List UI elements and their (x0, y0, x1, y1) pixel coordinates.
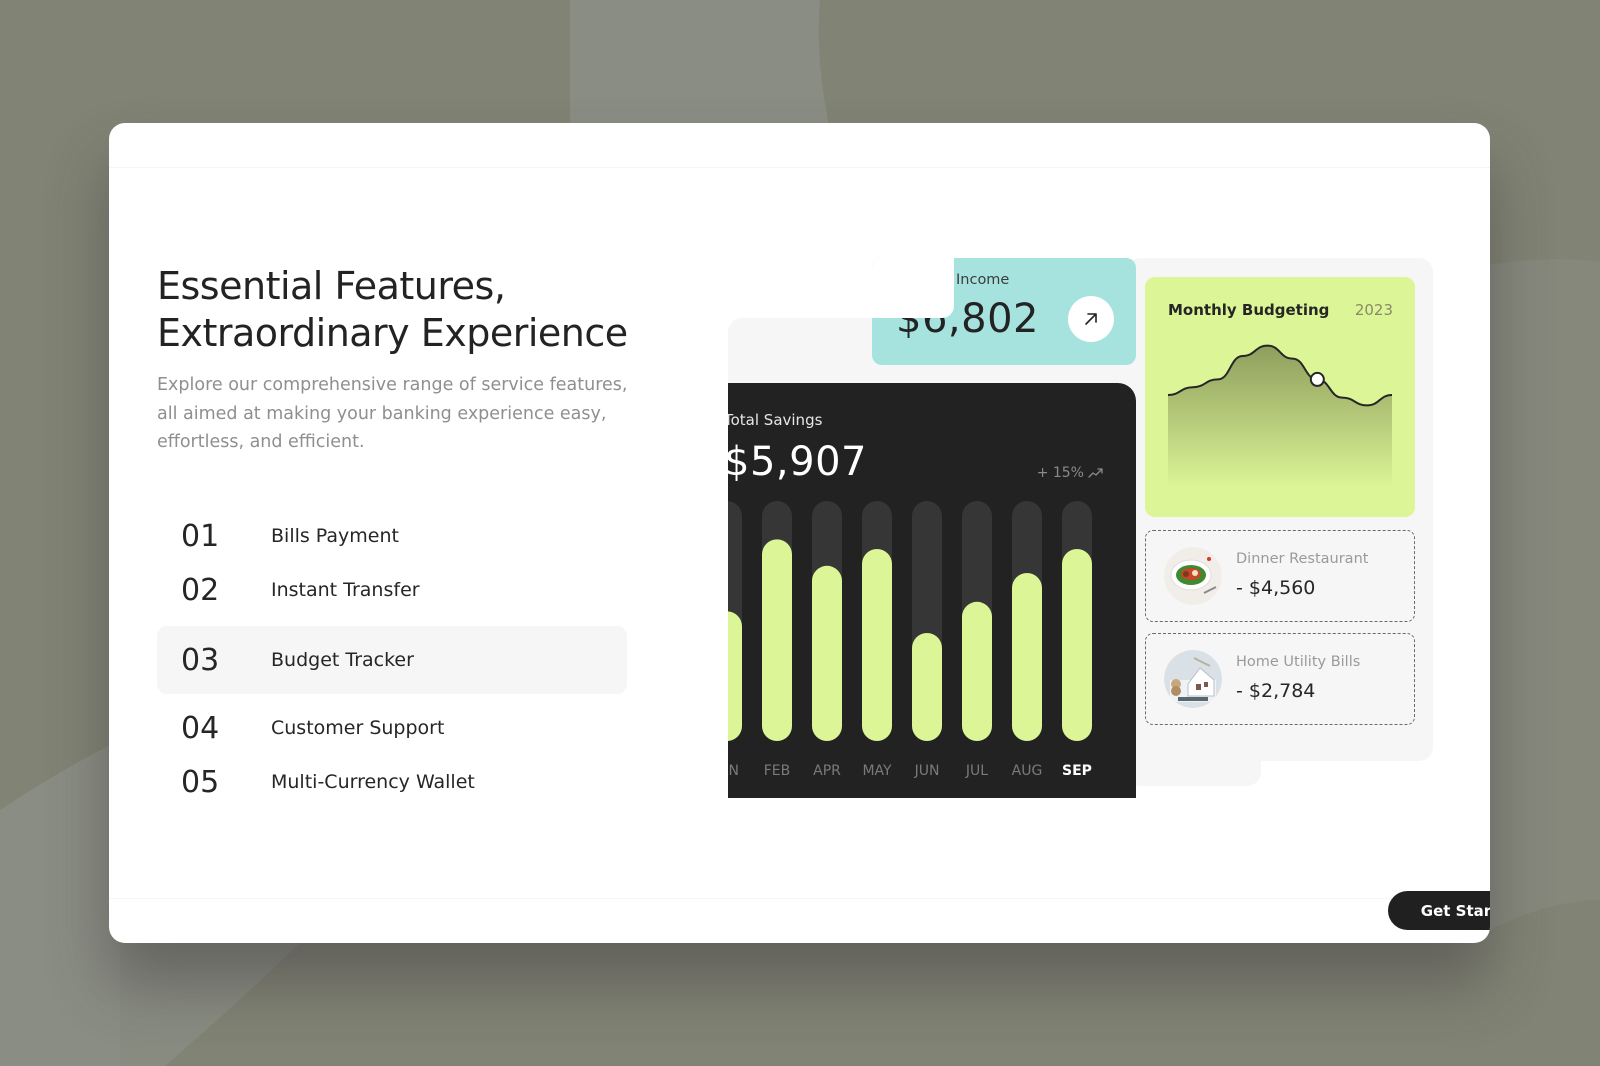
month-label-aug: AUG (1011, 763, 1043, 779)
budget-marker[interactable] (1309, 371, 1325, 387)
bar-jul[interactable] (962, 601, 992, 741)
monthly-budgeting-card: Monthly Budgeting 2023 (1145, 277, 1415, 517)
feature-item-customer-support[interactable]: 04 Customer Support (157, 701, 627, 755)
feature-label: Instant Transfer (271, 579, 420, 601)
dashboard-preview: $6,802 Income Total Savings $5,907 + 15%… (728, 258, 1490, 930)
savings-change: + 15% (1037, 465, 1104, 481)
budget-title: Monthly Budgeting (1168, 301, 1330, 319)
transaction-item[interactable]: Dinner Restaurant - $4,560 (1145, 530, 1415, 622)
month-label-jan: JAN (728, 763, 739, 779)
budget-year: 2023 (1354, 301, 1393, 319)
transaction-item[interactable]: Home Utility Bills - $2,784 (1145, 633, 1415, 725)
savings-change-value: + 15% (1036, 465, 1084, 481)
bar-may[interactable] (862, 549, 892, 741)
month-label-sep: SEP (1062, 763, 1092, 779)
month-label-jun: JUN (914, 763, 940, 779)
feature-item-bills-payment[interactable]: 01 Bills Payment (157, 509, 627, 563)
income-label: Income (956, 272, 1010, 288)
feature-number: 03 (181, 642, 220, 678)
income-card-notch (872, 258, 954, 318)
feature-number: 04 (181, 710, 220, 746)
transaction-name: Dinner Restaurant (1236, 551, 1369, 567)
feature-item-budget-tracker[interactable]: 03 Budget Tracker (157, 626, 627, 694)
bar-sep[interactable] (1062, 549, 1092, 741)
page-title: Essential Features, Extraordinary Experi… (157, 263, 628, 357)
transaction-amount: - $4,560 (1236, 577, 1316, 599)
month-label-feb: FEB (763, 763, 791, 779)
feature-item-multi-currency-wallet[interactable]: 05 Multi-Currency Wallet (157, 755, 627, 809)
divider-top (109, 167, 1490, 168)
feature-label: Customer Support (271, 717, 445, 739)
month-label-apr: APR (813, 763, 841, 779)
arrow-up-right-icon (1085, 313, 1097, 325)
feature-item-instant-transfer[interactable]: 02 Instant Transfer (157, 563, 627, 617)
transaction-name: Home Utility Bills (1236, 654, 1361, 670)
transaction-amount: - $2,784 (1236, 680, 1316, 702)
bar-jun[interactable] (912, 633, 942, 741)
feature-card: Essential Features, Extraordinary Experi… (109, 123, 1490, 943)
bar-apr[interactable] (812, 565, 842, 741)
budget-area (1168, 345, 1392, 487)
bar-aug[interactable] (1012, 573, 1042, 741)
bar-feb[interactable] (762, 539, 792, 741)
divider-bottom (109, 898, 1490, 899)
month-label-jul: JUL (965, 763, 989, 779)
savings-bar-chart (728, 501, 1092, 741)
get-started-button[interactable]: Get Started (1388, 891, 1490, 930)
bar-jan[interactable] (728, 611, 742, 741)
feature-label: Multi-Currency Wallet (271, 771, 475, 793)
month-label-may: MAY (862, 763, 892, 779)
savings-card: Total Savings $5,907 + 15% JAN FEB APR MAY J… (728, 383, 1136, 798)
income-card: $6,802 Income (872, 258, 1136, 365)
feature-number: 05 (181, 764, 220, 800)
food-plate-image (1164, 547, 1222, 605)
feature-number: 02 (181, 572, 220, 608)
feature-number: 01 (181, 518, 220, 554)
page-description: Explore our comprehensive range of servi… (157, 375, 628, 452)
right-panel-bottom (1126, 738, 1261, 786)
title-line-2: Extraordinary Experience (157, 311, 628, 355)
savings-label: Total Savings (728, 411, 823, 429)
house-bills-image (1164, 650, 1222, 708)
savings-value: $5,907 (728, 439, 867, 485)
feature-label: Bills Payment (271, 525, 399, 547)
feature-label: Budget Tracker (271, 649, 414, 671)
trending-up-icon (1088, 468, 1103, 478)
income-open-button[interactable] (1068, 296, 1114, 342)
title-line-1: Essential Features, (157, 264, 506, 308)
